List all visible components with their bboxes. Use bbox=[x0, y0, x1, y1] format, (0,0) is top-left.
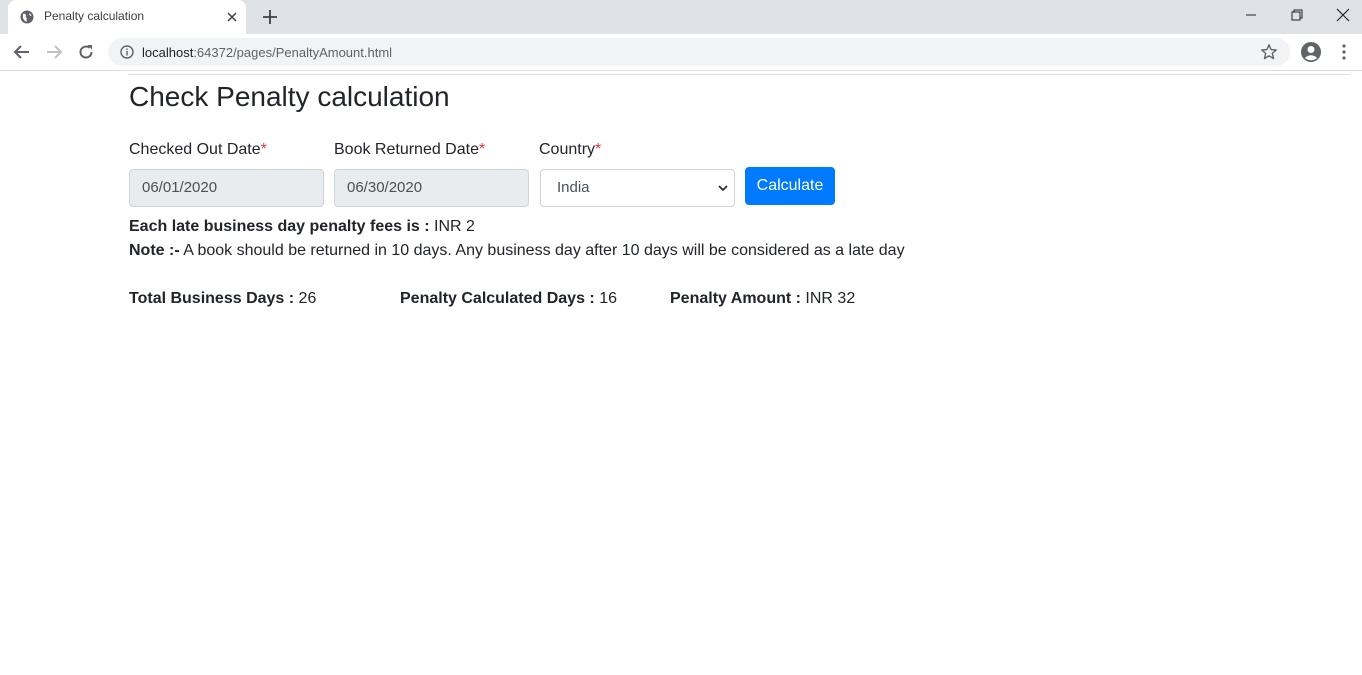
kebab-menu-icon bbox=[1342, 44, 1346, 60]
required-mark: * bbox=[595, 141, 602, 158]
page-content: Check Penalty calculation Checked Out Da… bbox=[0, 71, 1362, 675]
reload-button[interactable] bbox=[74, 40, 98, 64]
penalty-amount: Penalty Amount : INR 32 bbox=[670, 290, 855, 308]
minimize-button[interactable] bbox=[1228, 0, 1274, 30]
restore-button[interactable] bbox=[1274, 0, 1320, 30]
penalty-amount-label: Penalty Amount : bbox=[670, 290, 801, 307]
back-button[interactable] bbox=[10, 40, 34, 64]
fee-label: Each late business day penalty fees is : bbox=[129, 218, 430, 235]
browser-toolbar: localhost:64372/pages/PenaltyAmount.html bbox=[0, 34, 1362, 71]
checked-out-date-label: Checked Out Date* bbox=[129, 141, 267, 159]
url-text[interactable]: localhost:64372/pages/PenaltyAmount.html bbox=[142, 45, 392, 60]
arrow-right-icon bbox=[47, 45, 63, 59]
note-text: A book should be returned in 10 days. An… bbox=[183, 242, 905, 259]
close-icon bbox=[1336, 8, 1350, 22]
checked-out-date-label-text: Checked Out Date bbox=[129, 141, 261, 158]
penalty-calculated-days-value: 16 bbox=[599, 290, 617, 307]
country-label: Country* bbox=[539, 141, 601, 159]
tab-title: Penalty calculation bbox=[44, 9, 145, 23]
country-label-text: Country bbox=[539, 141, 596, 158]
required-mark: * bbox=[478, 141, 486, 158]
star-icon[interactable] bbox=[1260, 43, 1278, 61]
window-close-button[interactable] bbox=[1320, 0, 1362, 30]
arrow-left-icon bbox=[13, 45, 29, 59]
close-icon[interactable] bbox=[224, 9, 240, 25]
total-business-days-value: 26 bbox=[298, 290, 317, 307]
total-business-days: Total Business Days : 26 bbox=[129, 290, 316, 308]
url-path: :64372/pages/PenaltyAmount.html bbox=[193, 45, 393, 60]
fee-value: INR 2 bbox=[434, 218, 475, 235]
total-business-days-label: Total Business Days : bbox=[129, 290, 295, 307]
forward-button[interactable] bbox=[42, 40, 66, 64]
divider bbox=[128, 74, 1350, 75]
book-returned-date-field[interactable]: 06/30/2020 bbox=[334, 169, 529, 207]
globe-icon bbox=[20, 10, 34, 24]
country-select[interactable]: India bbox=[540, 169, 735, 207]
tab-strip: Penalty calculation bbox=[0, 0, 1362, 34]
note-label: Note :- bbox=[129, 242, 180, 259]
url-host: localhost bbox=[142, 45, 194, 60]
penalty-amount-value: INR 32 bbox=[805, 290, 856, 307]
book-returned-date-label: Book Returned Date* bbox=[334, 141, 485, 159]
page-title: Check Penalty calculation bbox=[129, 81, 450, 112]
penalty-calculated-days-label: Penalty Calculated Days : bbox=[400, 290, 595, 307]
penalty-calculated-days: Penalty Calculated Days : 16 bbox=[400, 290, 617, 308]
reload-icon bbox=[79, 45, 93, 59]
calculate-button[interactable]: Calculate bbox=[745, 167, 835, 205]
fee-info: Each late business day penalty fees is :… bbox=[129, 218, 475, 236]
plus-icon[interactable] bbox=[260, 7, 280, 27]
account-circle-icon[interactable] bbox=[1300, 41, 1322, 63]
chevron-down-icon bbox=[718, 185, 728, 192]
minimize-icon bbox=[1246, 14, 1256, 16]
required-mark: * bbox=[260, 141, 267, 158]
country-selected-value: India bbox=[557, 179, 590, 196]
info-icon[interactable] bbox=[120, 45, 134, 59]
book-returned-date-label-text: Book Returned Date bbox=[334, 141, 479, 158]
browser-tab[interactable]: Penalty calculation bbox=[8, 0, 246, 34]
restore-icon bbox=[1291, 9, 1303, 21]
checked-out-date-field[interactable]: 06/01/2020 bbox=[129, 169, 324, 207]
note-info: Note :- A book should be returned in 10 … bbox=[129, 242, 905, 260]
browser-menu-button[interactable] bbox=[1334, 41, 1354, 63]
address-bar[interactable]: localhost:64372/pages/PenaltyAmount.html bbox=[108, 38, 1290, 66]
